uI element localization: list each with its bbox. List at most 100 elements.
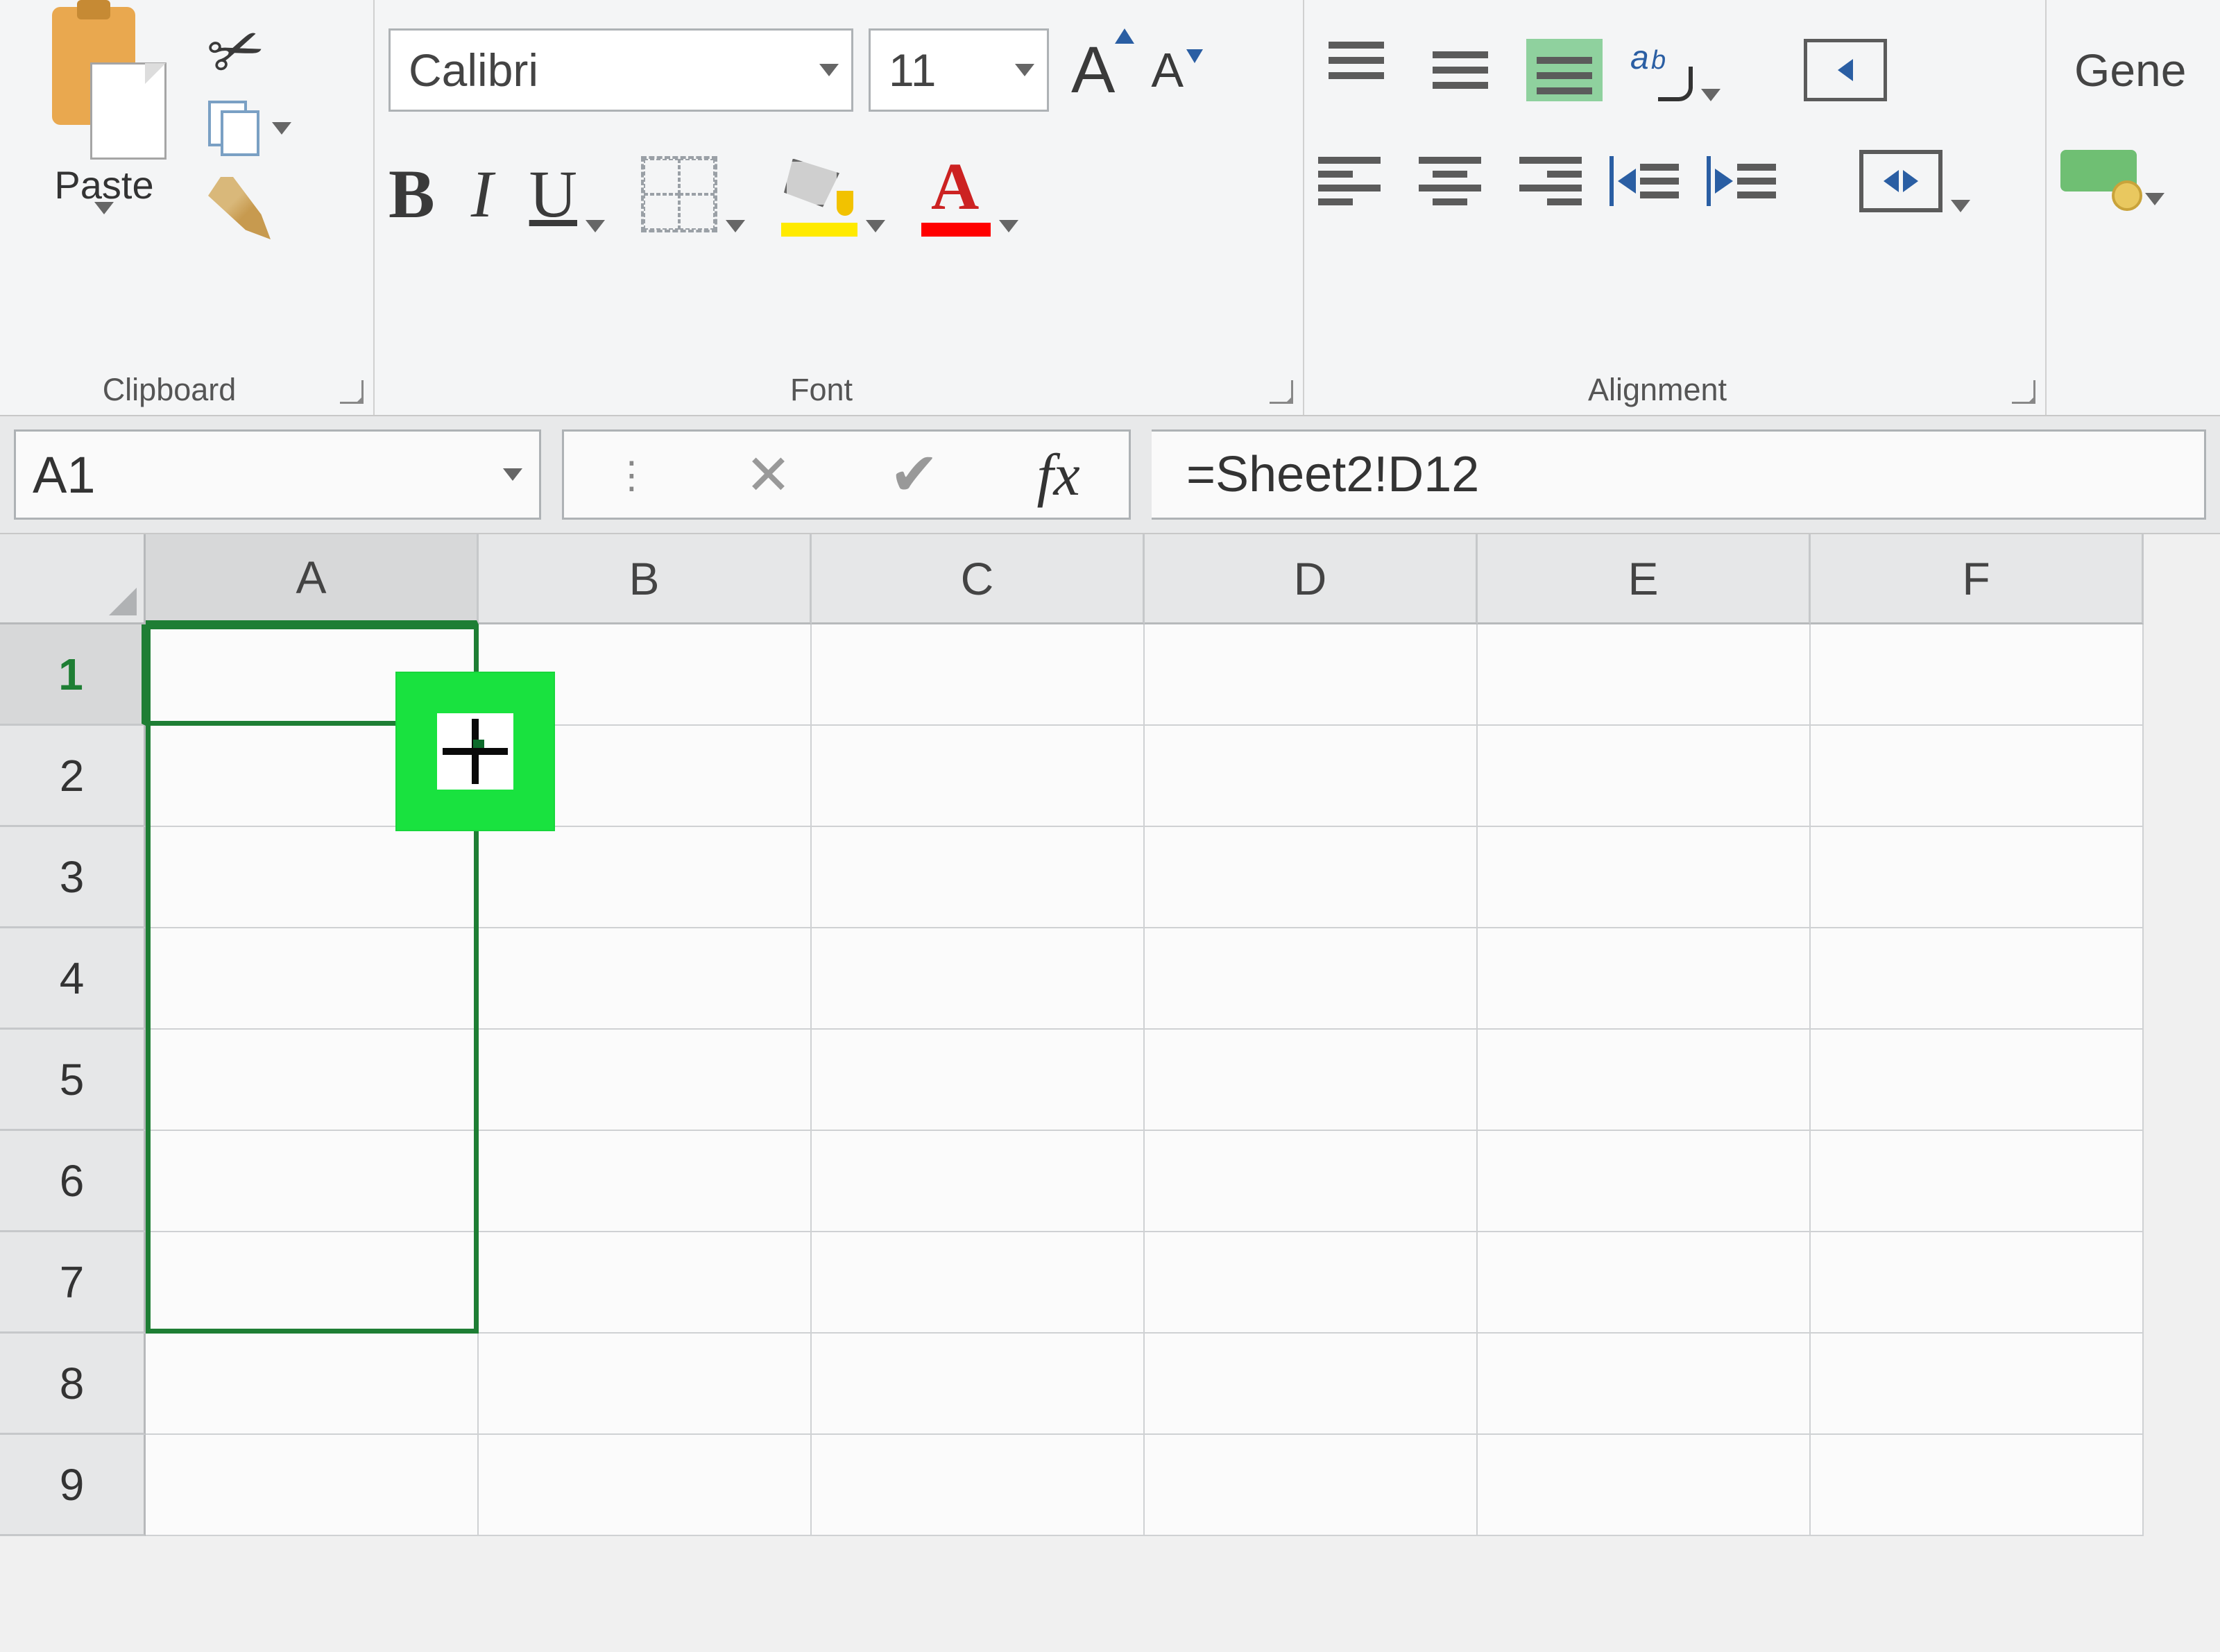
wrap-text-button[interactable]	[1804, 39, 1887, 101]
row-header-6[interactable]: 6	[0, 1131, 146, 1232]
align-center-button[interactable]	[1415, 153, 1485, 209]
cell-A6[interactable]	[146, 1131, 479, 1232]
cell-A2[interactable]	[146, 726, 479, 827]
cell-D6[interactable]	[1145, 1131, 1478, 1232]
increase-font-size-icon[interactable]: A	[1064, 33, 1122, 108]
cell-E3[interactable]	[1478, 827, 1811, 928]
cell-E2[interactable]	[1478, 726, 1811, 827]
cell-E8[interactable]	[1478, 1334, 1811, 1435]
align-middle-button[interactable]	[1422, 39, 1498, 101]
cell-A8[interactable]	[146, 1334, 479, 1435]
font-name-combo[interactable]: Calibri	[388, 28, 853, 112]
cell-A3[interactable]	[146, 827, 479, 928]
row-header-3[interactable]: 3	[0, 827, 146, 928]
orientation-button[interactable]: ab	[1630, 39, 1720, 101]
cut-icon[interactable]: ✂	[199, 1, 300, 92]
align-bottom-button[interactable]	[1526, 39, 1603, 101]
cell-B1[interactable]	[479, 624, 812, 726]
align-left-button[interactable]	[1318, 153, 1388, 209]
row-header-8[interactable]: 8	[0, 1334, 146, 1435]
alignment-launcher-icon[interactable]	[2012, 380, 2035, 404]
decrease-font-size-icon[interactable]: A	[1144, 42, 1190, 98]
cell-E1[interactable]	[1478, 624, 1811, 726]
cell-E6[interactable]	[1478, 1131, 1811, 1232]
select-all-corner[interactable]	[0, 534, 146, 624]
cell-A7[interactable]	[146, 1232, 479, 1334]
font-color-button[interactable]: A	[921, 156, 1018, 232]
cell-D4[interactable]	[1145, 928, 1478, 1030]
cell-D9[interactable]	[1145, 1435, 1478, 1536]
cell-E5[interactable]	[1478, 1030, 1811, 1131]
increase-indent-button[interactable]	[1707, 153, 1776, 209]
merge-center-button[interactable]	[1859, 150, 1970, 212]
cell-B3[interactable]	[479, 827, 812, 928]
font-launcher-icon[interactable]	[1270, 380, 1293, 404]
cell-D7[interactable]	[1145, 1232, 1478, 1334]
cell-F2[interactable]	[1811, 726, 2144, 827]
cell-C4[interactable]	[812, 928, 1145, 1030]
cell-F3[interactable]	[1811, 827, 2144, 928]
column-header-A[interactable]: A	[146, 534, 479, 624]
cell-B4[interactable]	[479, 928, 812, 1030]
cell-F4[interactable]	[1811, 928, 2144, 1030]
cell-A9[interactable]	[146, 1435, 479, 1536]
formula-input[interactable]: =Sheet2!D12	[1152, 429, 2206, 520]
underline-button[interactable]: U	[529, 155, 605, 232]
format-painter-icon[interactable]	[208, 177, 271, 239]
copy-dropdown[interactable]	[272, 122, 291, 135]
cell-F7[interactable]	[1811, 1232, 2144, 1334]
cancel-icon[interactable]: ✕	[745, 443, 792, 507]
column-header-C[interactable]: C	[812, 534, 1145, 624]
cell-B2[interactable]	[479, 726, 812, 827]
cells[interactable]	[146, 624, 2144, 1536]
italic-button[interactable]: I	[471, 155, 493, 232]
cell-B9[interactable]	[479, 1435, 812, 1536]
paste-dropdown[interactable]	[94, 214, 114, 238]
row-header-4[interactable]: 4	[0, 928, 146, 1030]
cell-C1[interactable]	[812, 624, 1145, 726]
column-header-F[interactable]: F	[1811, 534, 2144, 624]
column-header-B[interactable]: B	[479, 534, 812, 624]
cell-C6[interactable]	[812, 1131, 1145, 1232]
cell-C2[interactable]	[812, 726, 1145, 827]
cell-F6[interactable]	[1811, 1131, 2144, 1232]
number-format-combo[interactable]: Gene	[2060, 28, 2186, 112]
cell-D1[interactable]	[1145, 624, 1478, 726]
cell-D5[interactable]	[1145, 1030, 1478, 1131]
align-top-button[interactable]	[1318, 39, 1394, 101]
accounting-format-button[interactable]	[2060, 150, 2164, 205]
row-header-2[interactable]: 2	[0, 726, 146, 827]
cell-F8[interactable]	[1811, 1334, 2144, 1435]
cell-F9[interactable]	[1811, 1435, 2144, 1536]
cell-D3[interactable]	[1145, 827, 1478, 928]
cell-C3[interactable]	[812, 827, 1145, 928]
borders-button[interactable]	[641, 156, 745, 232]
cell-B5[interactable]	[479, 1030, 812, 1131]
decrease-indent-button[interactable]	[1610, 153, 1679, 209]
cell-D2[interactable]	[1145, 726, 1478, 827]
cell-D8[interactable]	[1145, 1334, 1478, 1435]
bold-button[interactable]: B	[388, 154, 435, 234]
name-box[interactable]: A1	[14, 429, 541, 520]
paste-button[interactable]: Paste	[14, 7, 194, 238]
cell-A5[interactable]	[146, 1030, 479, 1131]
cell-C5[interactable]	[812, 1030, 1145, 1131]
cell-C9[interactable]	[812, 1435, 1145, 1536]
row-header-9[interactable]: 9	[0, 1435, 146, 1536]
cell-C8[interactable]	[812, 1334, 1145, 1435]
enter-icon[interactable]: ✔	[889, 440, 939, 509]
cell-B8[interactable]	[479, 1334, 812, 1435]
column-header-E[interactable]: E	[1478, 534, 1811, 624]
cell-C7[interactable]	[812, 1232, 1145, 1334]
font-size-combo[interactable]: 11	[869, 28, 1049, 112]
cell-F5[interactable]	[1811, 1030, 2144, 1131]
cell-E9[interactable]	[1478, 1435, 1811, 1536]
copy-button[interactable]	[208, 101, 291, 156]
fx-icon[interactable]: fx	[1037, 440, 1080, 509]
cell-F1[interactable]	[1811, 624, 2144, 726]
cell-B6[interactable]	[479, 1131, 812, 1232]
fill-color-button[interactable]	[781, 156, 885, 232]
row-header-1[interactable]: 1	[0, 624, 146, 726]
row-header-7[interactable]: 7	[0, 1232, 146, 1334]
cell-E4[interactable]	[1478, 928, 1811, 1030]
